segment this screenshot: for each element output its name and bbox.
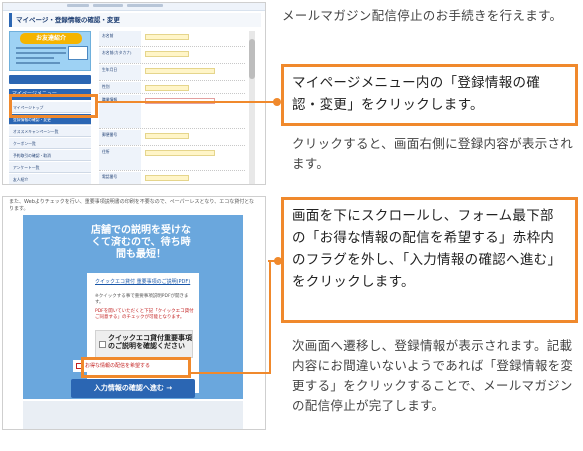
explanation-pdf-link[interactable]: クイックエコ貸付 重要事項のご説明(PDF) (95, 279, 195, 286)
form-label: 住所 (99, 147, 141, 170)
connector-dot (273, 98, 281, 106)
instruction-intro: メールマガジン配信停止のお手続きを行えます。 (282, 8, 563, 23)
form-row: 電話番号 (99, 172, 245, 184)
form-label: お名前 (99, 31, 141, 46)
pdf-note: ※クイックする事で重要事項説明PDFが開きます。 (95, 294, 189, 305)
instruction-final: 次画面へ遷移し、登録情報が表示されます。記載内容にお間違いないようであれば「登録… (292, 338, 574, 413)
form-row: 生年月日 (99, 65, 245, 81)
highlight-registration-menu (9, 94, 98, 118)
form-field[interactable] (145, 68, 215, 74)
form-row: お名前(カタカナ) (99, 48, 245, 64)
form-row: 性別 (99, 82, 245, 94)
screenshot-form-bottom: また、Webよりチェックを行い、重要事項説明書の印刷を不要なので、ペーパーレスと… (2, 196, 266, 430)
confirm-input-button[interactable]: 入力情報の確認へ進む → (71, 379, 195, 398)
site-header-bar (3, 3, 265, 11)
footer-area (23, 401, 243, 429)
screenshot-mypage-menu: マイページ・登録情報の確認・変更 お友達紹介 マイページメニュー マイページトッ… (2, 2, 266, 185)
form-label: 生年月日 (99, 65, 141, 80)
banner-title: お友達紹介 (20, 33, 82, 44)
scrollbar-thumb[interactable] (249, 39, 255, 79)
menu-item-coupons[interactable]: クーポン一覧 (9, 138, 91, 149)
page-title: マイページ・登録情報の確認・変更 (9, 13, 261, 27)
confirm-checkbox[interactable] (99, 341, 106, 348)
form-label: お名前(カタカナ) (99, 48, 141, 63)
menu-item-surveys[interactable]: アンケート一覧 (9, 162, 91, 173)
form-field[interactable] (145, 150, 215, 156)
banner-logo (68, 46, 88, 60)
banner-copy (16, 47, 66, 67)
confirm-label: クイックエコ貸付重要事項のご説明を確認ください (108, 334, 192, 350)
form-field[interactable] (145, 133, 189, 139)
connector-line (95, 101, 277, 103)
connector-line (269, 261, 271, 374)
instruction-result: クリックすると、画面右側に登録内容が表示されます。 (292, 136, 574, 171)
breadcrumb (67, 4, 187, 9)
connector-line (190, 372, 271, 374)
menu-item-reservations[interactable]: 予約取引の確認・取消 (9, 150, 91, 161)
form-field[interactable] (145, 34, 189, 40)
form-row: 住所 (99, 147, 245, 171)
registration-form: お名前 お名前(カタカナ) 生年月日 性別 職業情報 郵便番号 住所 電話番号 (99, 31, 245, 184)
menu-item-campaigns[interactable]: オススメキャンペーン一覧 (9, 126, 91, 137)
form-label: 郵便番号 (99, 130, 141, 145)
form-row: 郵便番号 (99, 130, 245, 146)
friend-referral-banner[interactable]: お友達紹介 (9, 31, 91, 71)
form-field[interactable] (145, 175, 189, 181)
menu-item-referral[interactable]: 友人紹介 (9, 174, 91, 184)
pdf-warning: PDFを開いていただくと下記「クイックエコ貸付 ご同意する」のチェックが可能とな… (95, 309, 194, 320)
scrollbar[interactable] (249, 31, 255, 184)
step2-callout: 画面を下にスクロールし、フォーム最下部の「お得な情報の配信を希望する」赤枠内のフ… (281, 197, 578, 323)
form-label: 性別 (99, 82, 141, 93)
form-label: 電話番号 (99, 172, 141, 184)
confirmation-box: クイックエコ貸付重要事項のご説明を確認ください (95, 330, 193, 358)
eco-note: また、Webよりチェックを行い、重要事項説明書の印刷を不要なので、ペーパーレスと… (9, 199, 255, 212)
form-field[interactable] (145, 51, 189, 57)
panel-heading: 店舗での説明を受けなくて済むので、待ち時間も最短！ (91, 225, 191, 260)
referral-detail-button[interactable] (9, 75, 91, 84)
form-row: お名前 (99, 31, 245, 47)
connector-dot (274, 257, 282, 265)
form-field[interactable] (145, 85, 189, 91)
step1-callout: マイページメニュー内の「登録情報の確認・変更」をクリックします。 (281, 64, 578, 126)
form-label: 職業情報 (99, 95, 141, 128)
highlight-newsletter-optin (81, 357, 191, 378)
